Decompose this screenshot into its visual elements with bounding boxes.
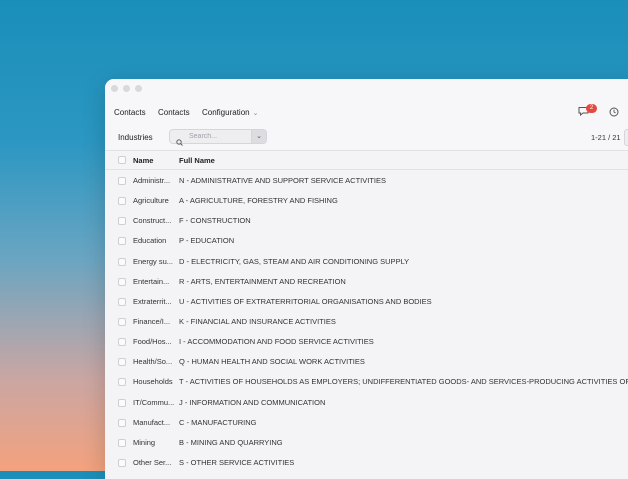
window-maximize-dot[interactable] bbox=[135, 85, 142, 92]
cell-name: Agriculture bbox=[133, 196, 169, 206]
cell-name: Households bbox=[133, 377, 173, 387]
cell-full-name: Q - HUMAN HEALTH AND SOCIAL WORK ACTIVIT… bbox=[179, 357, 365, 367]
row-checkbox[interactable] bbox=[118, 317, 126, 326]
row-checkbox[interactable] bbox=[118, 458, 126, 467]
table-row[interactable]: Finance/I... K - FINANCIAL AND INSURANCE … bbox=[105, 311, 628, 331]
table-row[interactable]: Households T - ACTIVITIES OF HOUSEHOLDS A… bbox=[105, 371, 628, 391]
table-row[interactable]: Mining B - MINING AND QUARRYING bbox=[105, 432, 628, 452]
window-titlebar bbox=[105, 79, 628, 100]
cell-name: Education bbox=[133, 236, 167, 246]
row-checkbox[interactable] bbox=[118, 378, 126, 387]
control-panel: Industries ⌄ 1-21 / 21 bbox=[105, 124, 628, 151]
table-row[interactable]: Agriculture A - AGRICULTURE, FORESTRY AND… bbox=[105, 190, 628, 210]
search-box[interactable]: ⌄ bbox=[169, 129, 267, 146]
row-checkbox[interactable] bbox=[118, 217, 126, 226]
cell-name: Manufact... bbox=[133, 417, 171, 427]
app-title[interactable]: Contacts bbox=[114, 108, 146, 117]
menu-contacts[interactable]: Contacts bbox=[158, 108, 190, 117]
search-icon bbox=[176, 133, 183, 151]
select-all-checkbox[interactable] bbox=[118, 156, 126, 164]
table-row[interactable]: Construct... F - CONSTRUCTION bbox=[105, 210, 628, 230]
row-checkbox[interactable] bbox=[118, 197, 126, 206]
messages-count-badge: 2 bbox=[586, 104, 597, 113]
cell-name: Other Ser... bbox=[133, 457, 172, 467]
row-checkbox[interactable] bbox=[118, 438, 126, 447]
row-checkbox[interactable] bbox=[118, 338, 126, 347]
cell-full-name: D - ELECTRICITY, GAS, STEAM AND AIR COND… bbox=[179, 256, 410, 266]
messages-button[interactable]: 2 bbox=[578, 104, 597, 118]
table-row[interactable]: Entertain... R - ARTS, ENTERTAINMENT AND … bbox=[105, 271, 628, 291]
cell-name: Entertain... bbox=[133, 276, 170, 286]
table-row[interactable]: Administr... N - ADMINISTRATIVE AND SUPPO… bbox=[105, 170, 628, 190]
menu-configuration-label: Configuration bbox=[202, 108, 250, 117]
cell-full-name: K - FINANCIAL AND INSURANCE ACTIVITIES bbox=[179, 316, 336, 326]
row-checkbox[interactable] bbox=[118, 277, 126, 286]
row-checkbox[interactable] bbox=[118, 398, 126, 407]
cell-name: Energy su... bbox=[133, 256, 174, 266]
window-minimize-dot[interactable] bbox=[123, 85, 130, 92]
table-row[interactable]: Manufact... C - MANUFACTURING bbox=[105, 412, 628, 432]
table-row[interactable]: Food/Hos... I - ACCOMMODATION AND FOOD SE… bbox=[105, 331, 628, 351]
table-row[interactable]: Extraterrit... U - ACTIVITIES OF EXTRATER… bbox=[105, 291, 628, 311]
cell-full-name: B - MINING AND QUARRYING bbox=[179, 437, 283, 447]
column-header-full-name[interactable]: Full Name bbox=[179, 156, 215, 165]
cell-full-name: I - ACCOMMODATION AND FOOD SERVICE ACTIV… bbox=[179, 337, 374, 347]
table-body: Administr... N - ADMINISTRATIVE AND SUPPO… bbox=[105, 170, 628, 472]
cell-full-name: A - AGRICULTURE, FORESTRY AND FISHING bbox=[179, 196, 338, 206]
table-row[interactable]: IT/Commu... J - INFORMATION AND COMMUNICA… bbox=[105, 392, 628, 412]
app-window: Contacts Contacts Configuration ⌄ 2 Indus… bbox=[105, 79, 628, 479]
column-header-name[interactable]: Name bbox=[133, 156, 153, 165]
window-close-dot[interactable] bbox=[111, 85, 118, 92]
table-row[interactable]: Energy su... D - ELECTRICITY, GAS, STEAM … bbox=[105, 251, 628, 271]
industries-table: Name Full Name Administr... N - ADMINISTR… bbox=[105, 151, 628, 473]
search-options-toggle[interactable]: ⌄ bbox=[251, 130, 266, 143]
cell-name: Finance/I... bbox=[133, 316, 171, 326]
cell-name: IT/Commu... bbox=[133, 397, 175, 407]
search-input[interactable] bbox=[189, 131, 249, 142]
cell-name: Administr... bbox=[133, 176, 171, 185]
cell-full-name: F - CONSTRUCTION bbox=[179, 216, 251, 226]
cell-full-name: S - OTHER SERVICE ACTIVITIES bbox=[179, 457, 295, 467]
row-checkbox[interactable] bbox=[118, 177, 126, 185]
cell-full-name: T - ACTIVITIES OF HOUSEHOLDS AS EMPLOYER… bbox=[179, 377, 628, 387]
row-checkbox[interactable] bbox=[118, 237, 126, 246]
pager-value[interactable]: 1-21 / 21 bbox=[591, 133, 621, 142]
clock-icon[interactable] bbox=[609, 107, 619, 119]
cell-full-name: P - EDUCATION bbox=[179, 236, 235, 246]
table-row[interactable]: Other Ser... S - OTHER SERVICE ACTIVITIES bbox=[105, 452, 628, 472]
cell-full-name: R - ARTS, ENTERTAINMENT AND RECREATION bbox=[179, 276, 346, 286]
table-row[interactable]: Education P - EDUCATION bbox=[105, 230, 628, 250]
breadcrumb: Industries bbox=[118, 133, 153, 142]
menu-configuration[interactable]: Configuration ⌄ bbox=[202, 108, 258, 117]
cell-name: Food/Hos... bbox=[133, 337, 172, 347]
cell-name: Mining bbox=[133, 437, 156, 447]
cell-name: Extraterrit... bbox=[133, 296, 172, 306]
table-row[interactable]: Health/So... Q - HUMAN HEALTH AND SOCIAL … bbox=[105, 351, 628, 371]
top-navbar: Contacts Contacts Configuration ⌄ 2 bbox=[105, 100, 628, 124]
cell-full-name: N - ADMINISTRATIVE AND SUPPORT SERVICE A… bbox=[179, 176, 386, 185]
row-checkbox[interactable] bbox=[118, 297, 126, 306]
cell-full-name: U - ACTIVITIES OF EXTRATERRITORIAL ORGAN… bbox=[179, 296, 432, 306]
row-checkbox[interactable] bbox=[118, 418, 126, 427]
cell-name: Health/So... bbox=[133, 357, 173, 367]
chevron-down-icon: ⌄ bbox=[252, 110, 259, 117]
cell-name: Construct... bbox=[133, 216, 172, 226]
row-checkbox[interactable] bbox=[118, 358, 126, 367]
row-checkbox[interactable] bbox=[118, 257, 126, 266]
cell-full-name: J - INFORMATION AND COMMUNICATION bbox=[179, 397, 326, 407]
cell-full-name: C - MANUFACTURING bbox=[179, 417, 257, 427]
pager-previous-button[interactable] bbox=[624, 129, 628, 146]
table-header: Name Full Name bbox=[105, 151, 628, 170]
